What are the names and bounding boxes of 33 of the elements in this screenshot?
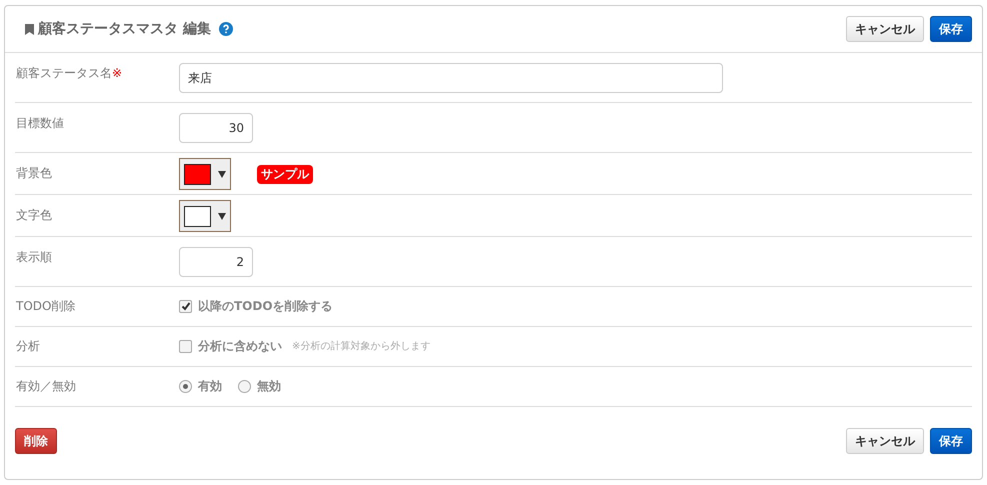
hint-text: ※分析の計算対象から外します — [292, 340, 430, 353]
number-field[interactable]: 30 — [179, 113, 253, 143]
checkbox[interactable] — [179, 340, 192, 352]
field-label: 表示順 — [16, 250, 52, 264]
radio-label[interactable]: 無効 — [257, 378, 281, 394]
input-field[interactable]: 来店 — [179, 63, 723, 93]
field-label: 目標数値 — [16, 116, 64, 130]
radio-label[interactable]: 有効 — [198, 378, 222, 394]
checkbox-label[interactable]: 以降のTODOを削除する — [198, 298, 333, 314]
caret-icon — [218, 212, 226, 220]
sample-tag: サンプル — [257, 164, 313, 184]
delete-button[interactable]: 削除 — [15, 428, 57, 454]
field-label: 顧客ステータス名※ — [16, 66, 122, 80]
field-label: TODO削除 — [16, 299, 76, 313]
bookmark-icon — [25, 24, 34, 34]
cancel-button[interactable]: キャンセル — [846, 428, 924, 454]
page-title: 顧客ステータスマスタ 編集 — [38, 20, 211, 38]
radio-button[interactable] — [238, 380, 251, 392]
field-label: 有効／無効 — [16, 379, 76, 393]
color-picker[interactable] — [179, 200, 231, 232]
field-label: 分析 — [16, 339, 40, 353]
save-button[interactable]: 保存 — [930, 428, 972, 454]
checkbox-label[interactable]: 分析に含めない — [198, 338, 282, 354]
help-icon[interactable] — [218, 22, 233, 36]
caret-icon — [218, 170, 226, 178]
radio-button[interactable] — [179, 380, 192, 392]
checkbox[interactable] — [179, 300, 192, 312]
color-picker[interactable] — [179, 158, 231, 190]
field-label: 背景色 — [16, 166, 52, 180]
number-field[interactable]: 2 — [179, 247, 253, 277]
field-label: 文字色 — [16, 208, 52, 222]
save-button[interactable]: 保存 — [930, 16, 972, 42]
cancel-button[interactable]: キャンセル — [846, 16, 924, 42]
